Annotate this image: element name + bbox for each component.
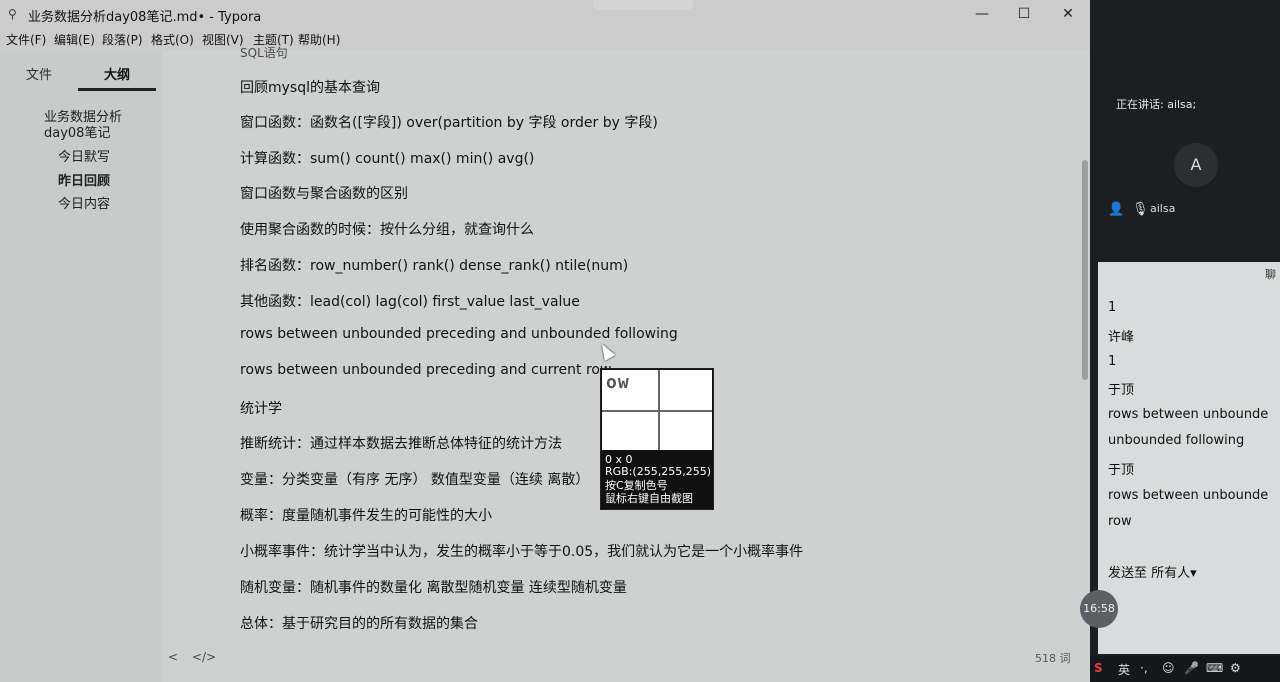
chat-sender: 于顶 xyxy=(1108,383,1135,398)
active-tab-indicator xyxy=(78,88,156,91)
paragraph: 小概率事件：统计学当中认为，发生的概率小于等于0.05，我们就认为它是一个小概率… xyxy=(240,544,804,560)
chat-sender: 许峰 xyxy=(1108,330,1135,345)
paragraph: 统计学 xyxy=(240,401,282,417)
outline-item-content[interactable]: 今日内容 xyxy=(58,193,110,212)
menu-help[interactable]: 帮助(H) xyxy=(298,31,340,48)
chat-message: row xyxy=(1108,514,1132,529)
system-tray: S 英 ·, ☺ 🎤 ⌨ ⚙ xyxy=(1090,656,1280,682)
paragraph: 窗口函数与聚合函数的区别 xyxy=(240,186,408,202)
editor-area[interactable]: SQL语句 回顾mysql的基本查询 窗口函数：函数名([字段]) over(p… xyxy=(162,46,1090,682)
menu-view[interactable]: 视图(V) xyxy=(202,31,244,48)
color-picker-popup: ow 0 x 0 RGB:(255,255,255) 按C复制色号 鼠标右键自由… xyxy=(600,368,714,510)
title-bar: ⚲ 业务数据分析day08笔记.md• - Typora — ☐ ✕ xyxy=(0,0,1090,28)
paragraph: 使用聚合函数的时候：按什么分组，就查询什么 xyxy=(240,222,534,238)
chat-header: 聊 xyxy=(1265,268,1276,281)
paragraph: rows between unbounded preceding and cur… xyxy=(240,362,612,378)
chat-message: rows between unbounde xyxy=(1108,407,1269,422)
crosshair-h xyxy=(602,410,712,412)
avatar: A xyxy=(1174,143,1218,187)
participant-name: ailsa xyxy=(1150,202,1176,215)
paragraph: 回顾mysql的基本查询 xyxy=(240,80,380,96)
paragraph: 随机变量：随机事件的数量化 离散型随机变量 连续型随机变量 xyxy=(240,580,627,596)
paragraph: 窗口函数：函数名([字段]) over(partition by 字段 orde… xyxy=(240,115,658,131)
paragraph: 排名函数：row_number() rank() dense_rank() nt… xyxy=(240,258,629,274)
paragraph: 概率：度量随机事件发生的可能性的大小 xyxy=(240,508,492,524)
paragraph: 计算函数：sum() count() max() min() avg() xyxy=(240,151,535,167)
menu-file[interactable]: 文件(F) xyxy=(6,31,46,48)
paragraph: rows between unbounded preceding and unb… xyxy=(240,326,678,342)
keyboard-icon[interactable]: ⌨ xyxy=(1206,661,1223,675)
settings-icon[interactable]: ⚙ xyxy=(1230,661,1241,675)
menu-format[interactable]: 格式(O) xyxy=(151,31,194,48)
ime-language[interactable]: 英 xyxy=(1118,661,1130,678)
typora-window: ⚲ 业务数据分析day08笔记.md• - Typora — ☐ ✕ 文件(F)… xyxy=(0,0,1090,682)
picker-hint-capture: 鼠标右键自由截图 xyxy=(605,492,693,505)
menu-bar: 文件(F) 编辑(E) 段落(P) 格式(O) 视图(V) 主题(T) 帮助(H… xyxy=(0,28,1090,50)
source-mode-button[interactable]: </> xyxy=(192,650,216,664)
sidebar: 文件 大纲 业务数据分析 day08笔记 今日默写 昨日回顾 今日内容 xyxy=(0,50,162,682)
paragraph: 总体：基于研究目的的所有数据的集合 xyxy=(240,616,478,632)
crosshair-v xyxy=(658,370,660,450)
paragraph: 其他函数：lead(col) lag(col) first_value last… xyxy=(240,294,580,310)
close-icon[interactable]: ✕ xyxy=(1054,4,1082,24)
magnifier: ow xyxy=(602,370,712,450)
tab-files[interactable]: 文件 xyxy=(26,64,52,83)
paragraph: 推断统计：通过样本数据去推断总体特征的统计方法 xyxy=(240,436,562,452)
word-count[interactable]: 518 词 xyxy=(1035,650,1071,666)
outline-item-title-line2[interactable]: day08笔记 xyxy=(44,122,110,141)
maximize-icon[interactable]: ☐ xyxy=(1010,4,1038,24)
magnified-text: ow xyxy=(606,372,630,393)
menu-paragraph[interactable]: 段落(P) xyxy=(102,31,143,48)
microphone-icon[interactable]: 🎙 xyxy=(1132,202,1149,217)
window-title: 业务数据分析day08笔记.md• - Typora xyxy=(28,10,262,25)
voice-input-icon[interactable]: 🎤 xyxy=(1184,661,1199,675)
outline-item-dictation[interactable]: 今日默写 xyxy=(58,146,110,165)
timer-badge[interactable]: 16:58 xyxy=(1080,590,1118,628)
user-icon: 👤 xyxy=(1108,202,1125,217)
chat-panel: 聊 1 许峰 1 于顶 rows between unbounde unboun… xyxy=(1098,262,1280,654)
punctuation-icon[interactable]: ·, xyxy=(1140,661,1148,675)
chat-message: 1 xyxy=(1108,300,1117,315)
emoji-icon[interactable]: ☺ xyxy=(1162,661,1175,675)
sogou-ime-icon[interactable]: S xyxy=(1094,661,1103,675)
typora-app-icon: ⚲ xyxy=(8,7,17,21)
paragraph: 变量：分类变量（有序 无序） 数值型变量（连续 离散） xyxy=(240,472,590,488)
outline-item-review[interactable]: 昨日回顾 xyxy=(58,170,110,189)
chat-message: unbounded following xyxy=(1108,433,1245,448)
toggle-sidebar-button[interactable]: < xyxy=(168,650,178,664)
chat-sender: 于顶 xyxy=(1108,463,1135,478)
chat-message: 1 xyxy=(1108,354,1117,369)
menu-edit[interactable]: 编辑(E) xyxy=(54,31,95,48)
chat-message: rows between unbounde xyxy=(1108,488,1269,503)
speaking-indicator: 正在讲话: ailsa; xyxy=(1116,98,1197,111)
tab-outline[interactable]: 大纲 xyxy=(104,64,130,83)
minimize-icon[interactable]: — xyxy=(968,4,996,24)
send-to-dropdown[interactable]: 发送至 所有人▾ xyxy=(1108,562,1197,581)
partial-heading: SQL语句 xyxy=(240,46,288,60)
editor-scrollbar[interactable] xyxy=(1082,160,1088,380)
